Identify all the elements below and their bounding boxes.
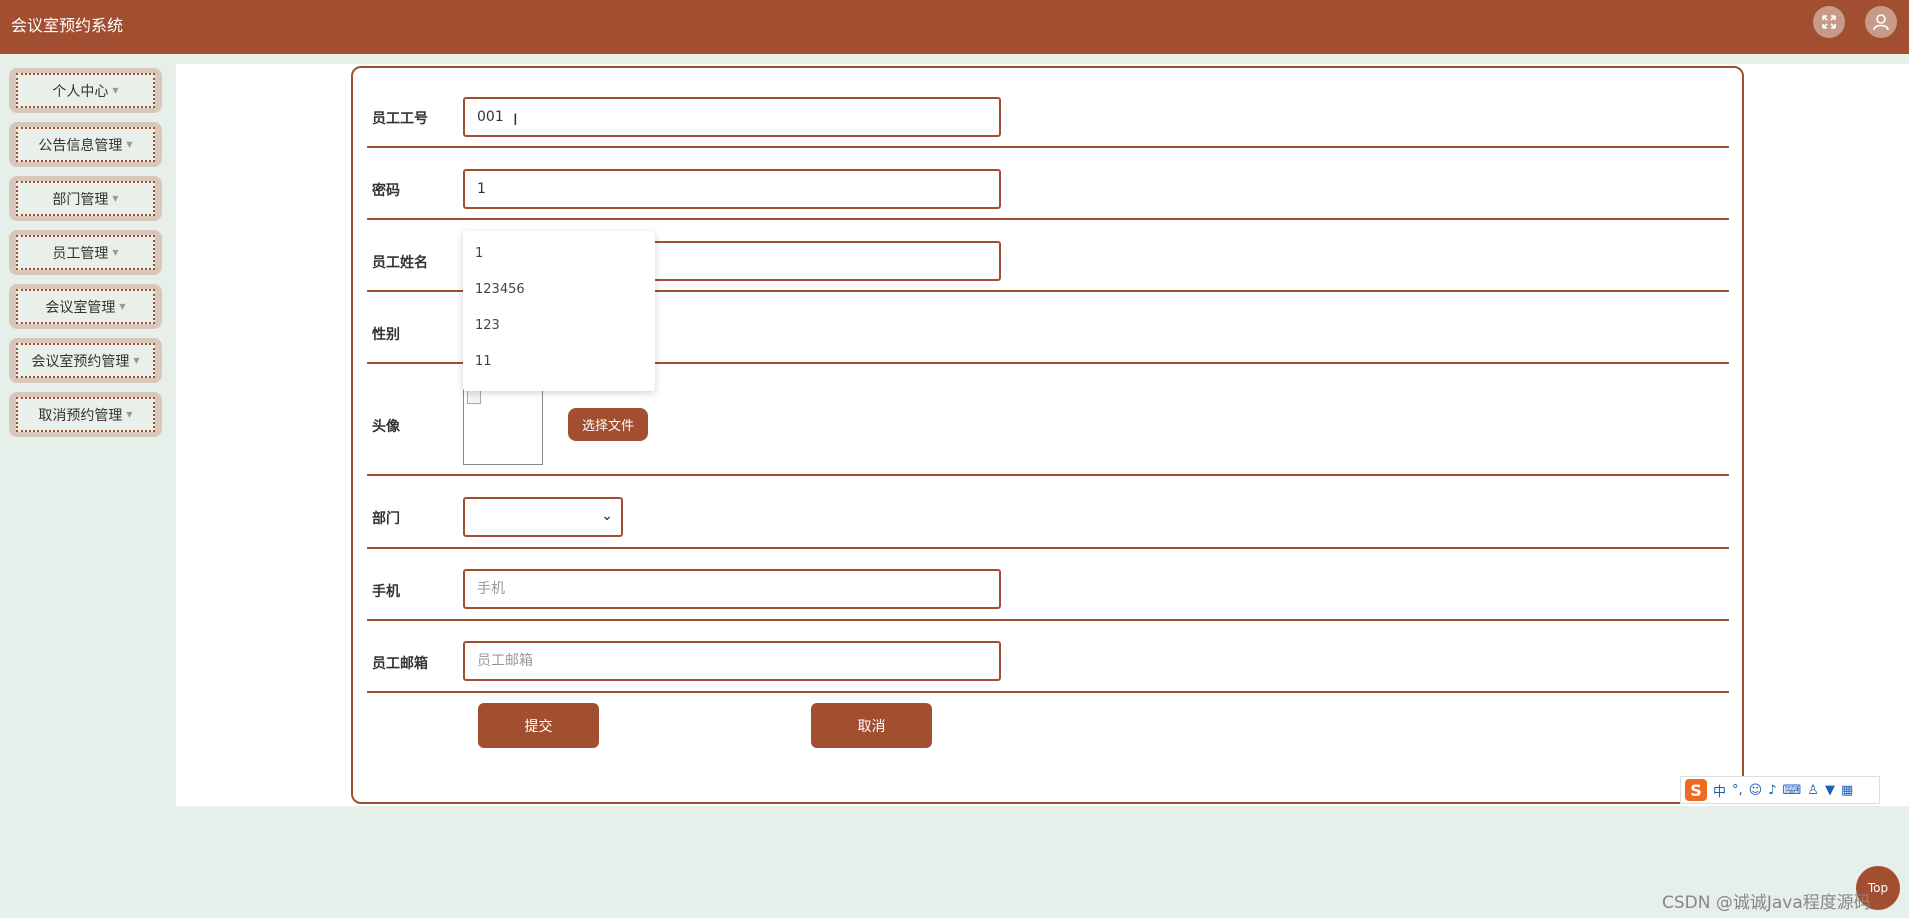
chevron-down-icon: ⌄	[601, 508, 613, 524]
department-select[interactable]: ⌄	[463, 497, 623, 537]
chevron-down-icon: ▼	[126, 410, 133, 419]
divider	[367, 474, 1729, 476]
divider	[367, 218, 1729, 220]
chevron-down-icon: ▼	[112, 194, 119, 203]
chevron-down-icon: ▼	[126, 140, 133, 149]
cancel-button[interactable]: 取消	[811, 703, 932, 748]
user-icon[interactable]: ♙	[1807, 783, 1819, 798]
sogou-logo-icon[interactable]: S	[1685, 779, 1707, 801]
sidebar-item-label: 部门管理	[52, 191, 109, 208]
sidebar-item-label: 员工管理	[52, 245, 109, 262]
grid-icon[interactable]: ▦	[1841, 783, 1853, 798]
skin-icon[interactable]: ▼	[1825, 783, 1835, 798]
sidebar-item-label: 公告信息管理	[38, 137, 123, 154]
sidebar-item-department-management[interactable]: 部门管理 ▼	[9, 176, 162, 221]
sidebar-item-employee-management[interactable]: 员工管理 ▼	[9, 230, 162, 275]
phone-input[interactable]: 手机	[463, 569, 1001, 609]
text-cursor-icon: I	[513, 110, 518, 129]
avatar-label: 头像	[372, 419, 400, 435]
sidebar-item-label: 会议室管理	[45, 299, 116, 316]
sidebar-item-label: 取消预约管理	[38, 407, 123, 424]
autocomplete-option[interactable]: 11	[475, 354, 492, 369]
ime-toolbar: S 中 °, ☺ ♪ ⌨ ♙ ▼ ▦	[1680, 776, 1880, 804]
autocomplete-option[interactable]: 1	[475, 246, 483, 261]
watermark: CSDN @诚诚Java程度源码	[1662, 893, 1871, 913]
divider	[367, 691, 1729, 693]
emoji-icon[interactable]: ☺	[1749, 783, 1763, 798]
ime-punct-label[interactable]: °,	[1732, 783, 1743, 798]
chevron-down-icon: ▼	[133, 356, 140, 365]
divider	[367, 547, 1729, 549]
autocomplete-option[interactable]: 123	[475, 318, 500, 333]
broken-image-icon	[467, 390, 481, 404]
password-label: 密码	[372, 183, 400, 199]
employee-no-input[interactable]: 001	[463, 97, 1001, 137]
employee-name-label: 员工姓名	[372, 255, 428, 271]
sidebar-item-notice-management[interactable]: 公告信息管理 ▼	[9, 122, 162, 167]
sidebar-item-label: 会议室预约管理	[31, 353, 130, 370]
autocomplete-option[interactable]: 123456	[475, 282, 525, 297]
submit-button[interactable]: 提交	[478, 703, 599, 748]
sidebar-item-label: 个人中心	[52, 83, 109, 100]
email-input[interactable]: 员工邮箱	[463, 641, 1001, 681]
department-label: 部门	[372, 511, 400, 527]
autocomplete-dropdown: 1 123456 123 11	[463, 231, 655, 391]
top-bar: 会议室预约系统	[0, 0, 1909, 54]
app-title: 会议室预约系统	[11, 16, 124, 35]
sidebar-item-cancel-reservation[interactable]: 取消预约管理 ▼	[9, 392, 162, 437]
divider	[367, 619, 1729, 621]
choose-file-button[interactable]: 选择文件	[568, 408, 648, 441]
ime-mode-label[interactable]: 中	[1713, 781, 1726, 800]
phone-label: 手机	[372, 584, 400, 600]
sidebar-item-room-management[interactable]: 会议室管理 ▼	[9, 284, 162, 329]
avatar-preview	[463, 386, 543, 465]
sidebar-item-personal-center[interactable]: 个人中心 ▼	[9, 68, 162, 113]
fullscreen-icon[interactable]	[1813, 6, 1845, 38]
gender-label: 性别	[372, 327, 400, 343]
password-input[interactable]: 1	[463, 169, 1001, 209]
keyboard-icon[interactable]: ⌨	[1783, 783, 1802, 798]
sidebar-item-reservation-management[interactable]: 会议室预约管理 ▼	[9, 338, 162, 383]
sidebar: 个人中心 ▼ 公告信息管理 ▼ 部门管理 ▼ 员工管理 ▼ 会议室管理 ▼ 会议室预约管理…	[0, 54, 175, 918]
email-label: 员工邮箱	[372, 656, 428, 672]
chevron-down-icon: ▼	[112, 248, 119, 257]
employee-no-label: 员工工号	[372, 111, 428, 127]
microphone-icon[interactable]: ♪	[1768, 783, 1776, 798]
divider	[367, 146, 1729, 148]
user-icon[interactable]	[1865, 6, 1897, 38]
chevron-down-icon: ▼	[112, 86, 119, 95]
chevron-down-icon: ▼	[119, 302, 126, 311]
